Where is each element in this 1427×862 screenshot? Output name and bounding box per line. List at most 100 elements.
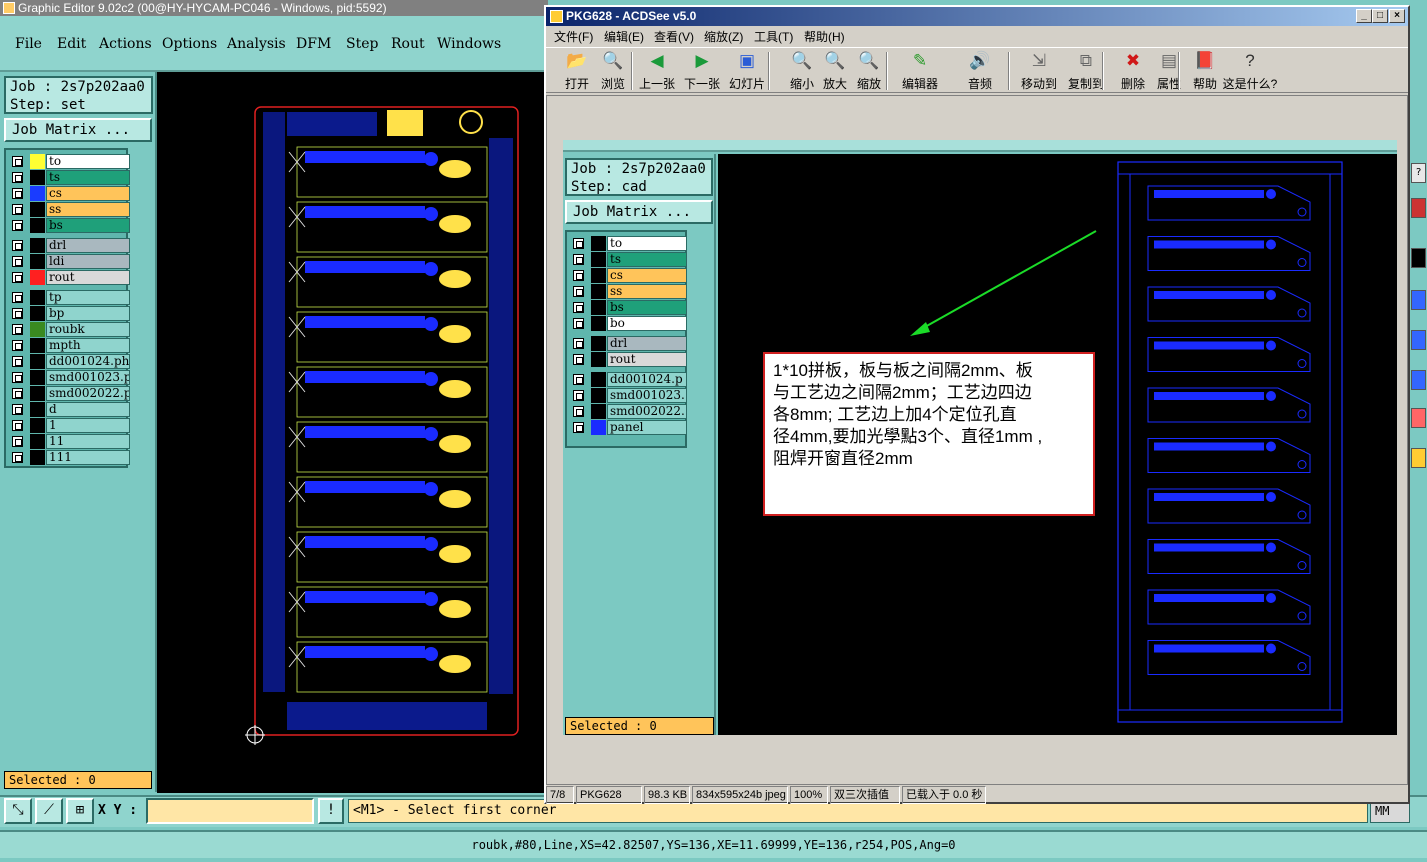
layer-color-swatch[interactable] xyxy=(30,290,45,305)
layer-row[interactable]: smd002022.pl xyxy=(10,386,130,401)
tool-icon-5[interactable] xyxy=(1411,370,1426,390)
layer-color-swatch[interactable] xyxy=(30,434,45,449)
layer-color-swatch[interactable] xyxy=(30,370,45,385)
menu-file[interactable]: File xyxy=(15,36,42,52)
layer-color-swatch[interactable] xyxy=(30,386,45,401)
toolbar-folder-open-button[interactable]: 📂 打开 xyxy=(558,48,596,92)
layer-checkbox[interactable] xyxy=(12,256,23,267)
layer-color-swatch[interactable] xyxy=(30,238,45,253)
toolbar-zoom-button[interactable]: 🔍 缩放 xyxy=(850,48,888,92)
layer-checkbox[interactable] xyxy=(12,420,23,431)
toolbar-copy-to-button[interactable]: ⧉ 复制到 xyxy=(1067,48,1105,92)
tool-icon-1[interactable] xyxy=(1411,198,1426,218)
layer-color-swatch[interactable] xyxy=(30,306,45,321)
layer-checkbox[interactable] xyxy=(12,240,23,251)
image-viewport[interactable]: Job : 2s7p202aa0 Step: cad Job Matrix ..… xyxy=(546,95,1408,785)
acd-menu-edit[interactable]: 编辑(E) xyxy=(604,28,644,45)
layer-row[interactable]: bp xyxy=(10,306,130,321)
layer-color-swatch[interactable] xyxy=(30,354,45,369)
menu-rout[interactable]: Rout xyxy=(391,36,425,52)
ge-canvas[interactable] xyxy=(157,72,548,793)
tool-icon-3[interactable] xyxy=(1411,290,1426,310)
menu-analysis[interactable]: Analysis xyxy=(227,36,286,52)
layer-checkbox[interactable] xyxy=(12,188,23,199)
layer-color-swatch[interactable] xyxy=(30,402,45,417)
menu-actions[interactable]: Actions xyxy=(99,36,152,52)
toolbar-move-to-button[interactable]: ⇲ 移动到 xyxy=(1020,48,1058,92)
acd-menu-help[interactable]: 帮助(H) xyxy=(804,28,845,45)
menu-options[interactable]: Options xyxy=(162,36,217,52)
layer-color-swatch[interactable] xyxy=(30,202,45,217)
menu-dfm[interactable]: DFM xyxy=(296,36,331,52)
layer-checkbox[interactable] xyxy=(12,356,23,367)
acd-menu-file[interactable]: 文件(F) xyxy=(554,28,593,45)
layer-color-swatch[interactable] xyxy=(30,170,45,185)
grid-snap-icon[interactable]: ⊞ xyxy=(66,798,94,824)
layer-row[interactable]: rout xyxy=(10,270,130,285)
toolbar-audio-button[interactable]: 🔊 音频 xyxy=(961,48,999,92)
layer-row[interactable]: to xyxy=(10,154,130,169)
tool-icon-4[interactable] xyxy=(1411,330,1426,350)
layer-checkbox[interactable] xyxy=(12,340,23,351)
layer-row[interactable]: cs xyxy=(10,186,130,201)
layer-color-swatch[interactable] xyxy=(30,450,45,465)
layer-row[interactable]: smd001023.pl xyxy=(10,370,130,385)
layer-checkbox[interactable] xyxy=(12,324,23,335)
acd-menu-tools[interactable]: 工具(T) xyxy=(754,28,793,45)
layer-checkbox[interactable] xyxy=(12,388,23,399)
layer-checkbox[interactable] xyxy=(12,436,23,447)
layer-row[interactable]: roubk xyxy=(10,322,130,337)
minimize-button[interactable]: _ xyxy=(1356,9,1372,23)
help-icon[interactable]: ? xyxy=(1411,163,1426,183)
layer-color-swatch[interactable] xyxy=(30,270,45,285)
layer-row[interactable]: mpth xyxy=(10,338,130,353)
layer-row[interactable]: tp xyxy=(10,290,130,305)
close-button[interactable]: × xyxy=(1389,9,1405,23)
layer-checkbox[interactable] xyxy=(12,308,23,319)
maximize-button[interactable]: □ xyxy=(1372,9,1388,23)
toolbar-whats-this-button[interactable]: ? 这是什么? xyxy=(1222,48,1278,92)
toolbar-properties-button[interactable]: ▤ 属性 xyxy=(1150,48,1188,92)
layer-row[interactable]: bs xyxy=(10,218,130,233)
layer-row[interactable]: ldi xyxy=(10,254,130,269)
layer-color-swatch[interactable] xyxy=(30,154,45,169)
layer-row[interactable]: ss xyxy=(10,202,130,217)
layer-checkbox[interactable] xyxy=(12,372,23,383)
layer-row[interactable]: drl xyxy=(10,238,130,253)
toolbar-zoom-in-button[interactable]: 🔍 放大 xyxy=(816,48,854,92)
alert-icon[interactable]: ! xyxy=(318,798,344,824)
layer-checkbox[interactable] xyxy=(12,292,23,303)
layer-checkbox[interactable] xyxy=(12,452,23,463)
layer-row[interactable]: ts xyxy=(10,170,130,185)
layer-row[interactable]: 1 xyxy=(10,418,130,433)
menu-step[interactable]: Step xyxy=(346,36,378,52)
layer-checkbox[interactable] xyxy=(12,220,23,231)
layer-color-swatch[interactable] xyxy=(30,322,45,337)
layer-color-swatch[interactable] xyxy=(30,254,45,269)
toolbar-editor-button[interactable]: ✎ 编辑器 xyxy=(901,48,939,92)
job-matrix-button[interactable]: Job Matrix ... xyxy=(4,118,152,142)
tool-icon-6[interactable] xyxy=(1411,408,1426,428)
layer-checkbox[interactable] xyxy=(12,156,23,167)
menu-edit[interactable]: Edit xyxy=(57,36,86,52)
measure-icon[interactable]: ⟋ xyxy=(35,798,63,824)
toolbar-next-button[interactable]: ▶ 下一张 xyxy=(683,48,721,92)
toolbar-previous-button[interactable]: ◀ 上一张 xyxy=(638,48,676,92)
layer-row[interactable]: dd001024.pho xyxy=(10,354,130,369)
layer-checkbox[interactable] xyxy=(12,204,23,215)
layer-checkbox[interactable] xyxy=(12,172,23,183)
menu-windows[interactable]: Windows xyxy=(437,36,501,52)
layer-row[interactable]: 111 xyxy=(10,450,130,465)
toolbar-help-book-button[interactable]: 📕 帮助 xyxy=(1186,48,1224,92)
acd-menu-view[interactable]: 查看(V) xyxy=(654,28,694,45)
acd-menu-zoom[interactable]: 缩放(Z) xyxy=(704,28,743,45)
toolbar-delete-button[interactable]: ✖ 删除 xyxy=(1114,48,1152,92)
layer-color-swatch[interactable] xyxy=(30,418,45,433)
layer-row[interactable]: d xyxy=(10,402,130,417)
layer-row[interactable]: 11 xyxy=(10,434,130,449)
layer-color-swatch[interactable] xyxy=(30,218,45,233)
layer-color-swatch[interactable] xyxy=(30,338,45,353)
tool-icon-7[interactable] xyxy=(1411,448,1426,468)
layer-checkbox[interactable] xyxy=(12,272,23,283)
layer-color-swatch[interactable] xyxy=(30,186,45,201)
